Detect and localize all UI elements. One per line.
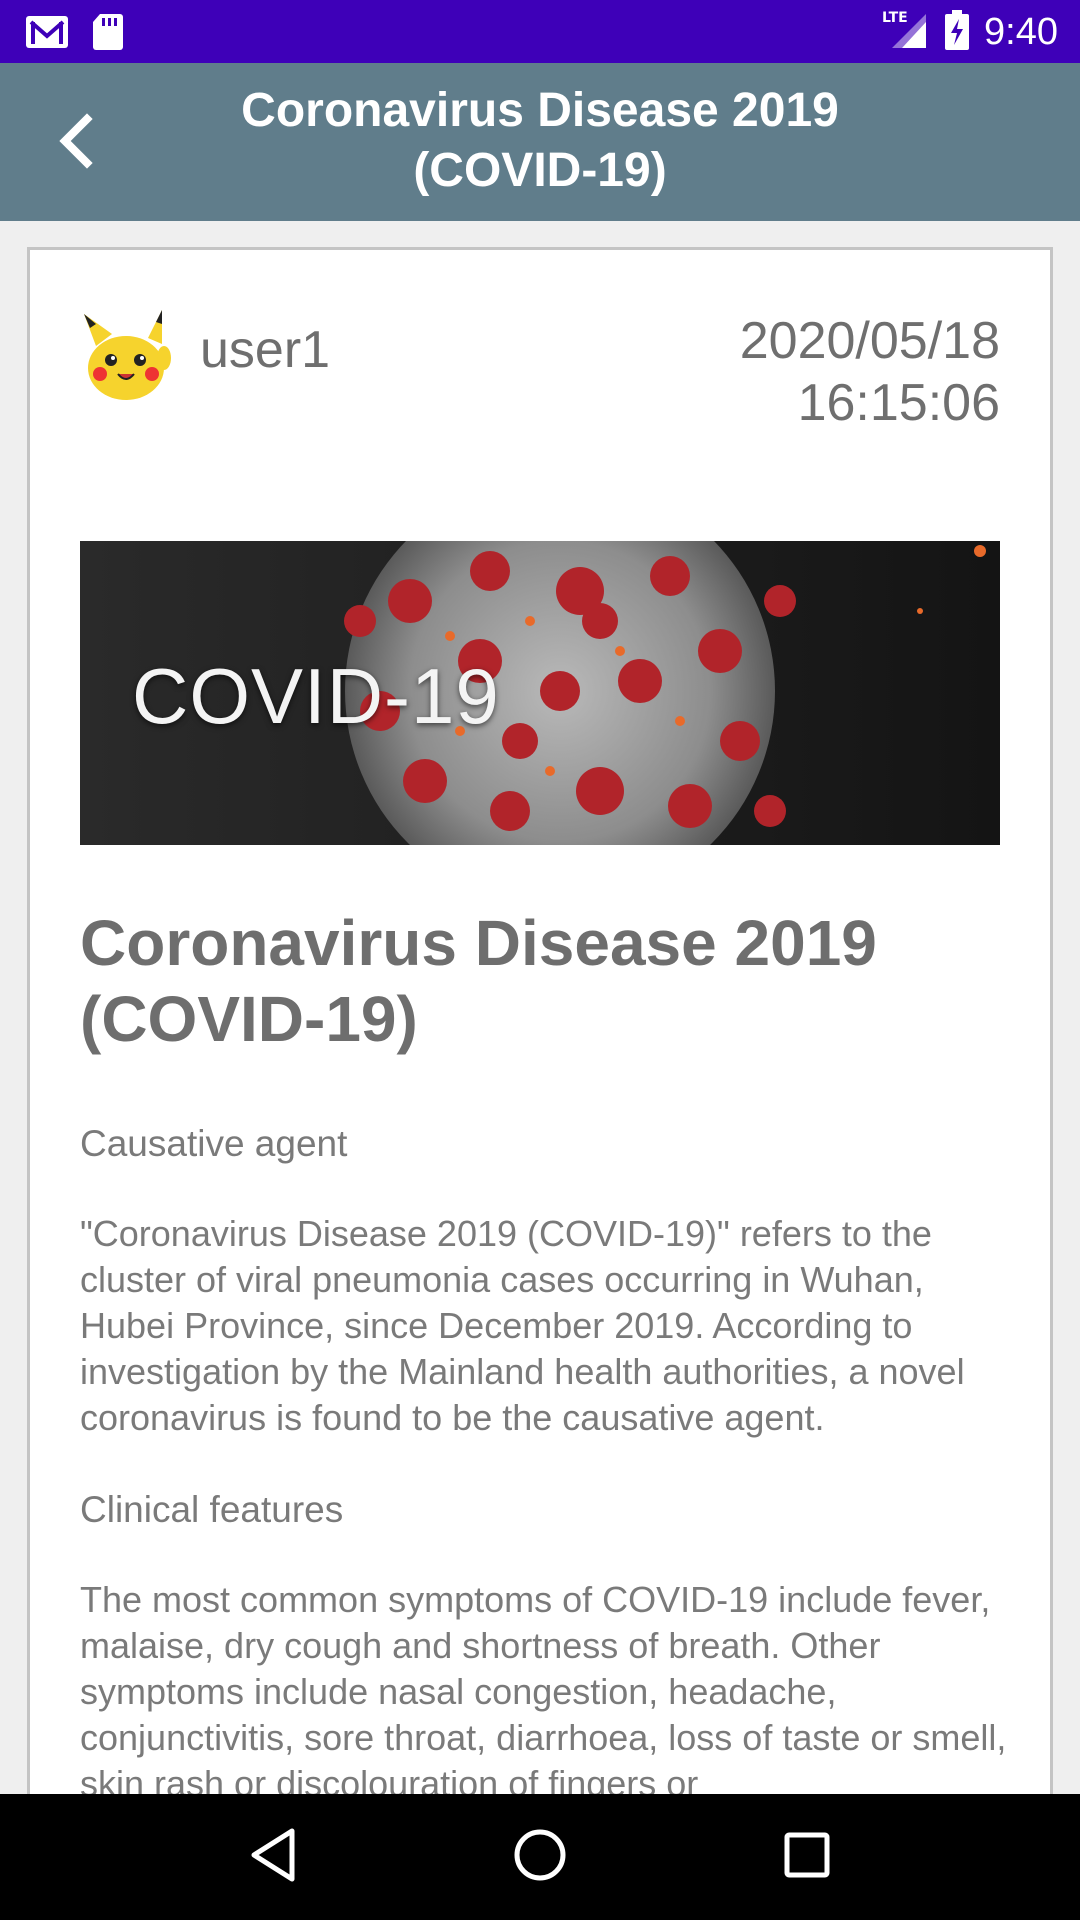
app-bar-title-line1: Coronavirus Disease 2019 [241, 84, 839, 137]
section-heading-causative-agent: Causative agent [80, 1123, 348, 1164]
sd-card-icon [92, 12, 124, 56]
navigation-bar [0, 1794, 1080, 1920]
article-title: Coronavirus Disease 2019 (COVID-19) [80, 905, 1020, 1057]
nav-back-button[interactable] [238, 1822, 308, 1892]
app-bar-title: Coronavirus Disease 2019 (COVID-19) [150, 81, 930, 201]
post-time: 16:15:06 [797, 374, 1000, 432]
post-card: user1 2020/05/18 16:15:06 COVID-19 Coron… [27, 247, 1053, 1807]
post-banner-image: COVID-19 [80, 541, 1000, 845]
post-timestamp: 2020/05/18 16:15:06 [740, 310, 1000, 434]
svg-text:LTE: LTE [882, 10, 908, 26]
section-heading-clinical-features: Clinical features [80, 1489, 344, 1530]
nav-recents-button[interactable] [772, 1822, 842, 1892]
article-title-line1: Coronavirus Disease 2019 [80, 907, 877, 979]
article-title-line2: (COVID-19) [80, 983, 418, 1055]
back-button[interactable] [40, 103, 110, 183]
app-bar-title-line2: (COVID-19) [413, 144, 667, 197]
post-username: user1 [200, 321, 331, 379]
home-circle-icon [512, 1827, 568, 1887]
signal-icon: LTE [882, 8, 930, 56]
banner-text: COVID-19 [132, 652, 500, 740]
status-bar: LTE 9:40 [0, 0, 1080, 63]
avatar[interactable] [78, 308, 174, 404]
post-date: 2020/05/18 [739, 312, 1000, 370]
recents-square-icon [782, 1830, 832, 1884]
battery-charging-icon [944, 9, 970, 55]
post-content: Coronavirus Disease 2019 (COVID-19) Caus… [80, 905, 1020, 1804]
section-body-clinical-features: The most common symptoms of COVID-19 inc… [80, 1579, 1007, 1804]
back-triangle-icon [248, 1827, 298, 1887]
section-body-causative-agent: "Coronavirus Disease 2019 (COVID-19)" re… [80, 1213, 965, 1438]
status-time: 9:40 [984, 10, 1058, 53]
nav-home-button[interactable] [505, 1822, 575, 1892]
chevron-left-icon [55, 113, 95, 173]
app-bar: Coronavirus Disease 2019 (COVID-19) [0, 63, 1080, 221]
gmail-icon [24, 12, 70, 56]
